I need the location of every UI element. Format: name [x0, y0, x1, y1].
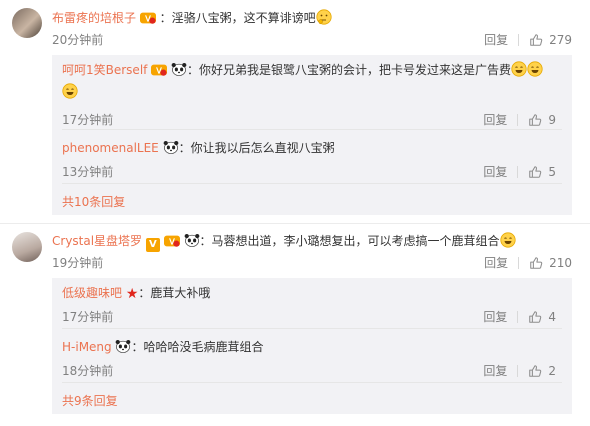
divider — [518, 256, 520, 269]
divider — [62, 382, 562, 383]
timestamp: 13分钟前 — [62, 165, 114, 179]
like-count: 279 — [549, 32, 572, 47]
timestamp: 18分钟前 — [62, 364, 114, 378]
like-button[interactable]: 4 — [528, 310, 556, 324]
like-button[interactable]: 5 — [528, 165, 556, 179]
comment-actions: 回复 279 — [484, 31, 572, 48]
reply-button[interactable]: 回复 — [483, 308, 507, 325]
laugh-emoji-icon — [62, 83, 78, 99]
like-count: 4 — [548, 309, 556, 324]
laugh-emoji-icon — [500, 232, 516, 248]
divider — [62, 328, 562, 329]
reply-actions: 回复 5 — [483, 163, 556, 180]
reply-text: ：你好兄弟我是银鹭八宝粥的会计，把卡号发过来这是广告费 — [187, 63, 512, 77]
vip-badge-icon[interactable] — [151, 63, 167, 77]
divider — [517, 113, 519, 126]
avatar[interactable] — [12, 8, 42, 38]
reply-button[interactable]: 回复 — [483, 111, 507, 128]
username[interactable]: Crystal星盘塔罗 — [52, 234, 142, 248]
username[interactable]: 低级趣味吧 — [62, 286, 122, 300]
panda-emoji-icon — [171, 62, 187, 76]
username[interactable]: 布雷疼的培根子 — [52, 11, 136, 25]
username[interactable]: 呵呵1笑Berself — [62, 63, 147, 77]
comment-text: ：马蓉想出道，李小璐想复出，可以考虑搞一个鹿茸组合 — [199, 234, 500, 248]
thumb-up-icon — [529, 256, 543, 270]
like-button[interactable]: 2 — [528, 364, 556, 378]
divider — [517, 364, 519, 377]
avatar[interactable] — [12, 232, 42, 262]
timestamp: 19分钟前 — [52, 256, 104, 270]
thumb-up-icon — [528, 310, 542, 324]
like-button[interactable]: 279 — [529, 33, 572, 47]
like-count: 9 — [548, 112, 556, 127]
verified-badge-icon[interactable]: V — [145, 238, 160, 252]
like-button[interactable]: 9 — [528, 113, 556, 127]
reply-button[interactable]: 回复 — [484, 31, 508, 48]
reply-text: ：你让我以后怎么直视八宝粥 — [178, 141, 335, 155]
comment-thread: Crystal星盘塔罗 V ：马蓉想出道，李小璐想复出，可以考虑搞一个鹿茸组合 … — [0, 224, 590, 426]
vip-badge-icon[interactable] — [164, 234, 180, 248]
username[interactable]: H-iMeng — [62, 340, 112, 354]
more-replies-link[interactable]: 共10条回复 — [62, 193, 125, 210]
thinking-emoji-icon — [316, 9, 332, 25]
reply-actions: 回复 9 — [483, 111, 556, 128]
reply-text: ：哈哈哈没毛病鹿茸组合 — [131, 340, 264, 354]
like-count: 5 — [548, 164, 556, 179]
like-button[interactable]: 210 — [529, 256, 572, 270]
laugh-emoji-icon — [511, 61, 527, 77]
reply-text: ：鹿茸大补哦 — [138, 286, 211, 300]
reply-button[interactable]: 回复 — [483, 163, 507, 180]
reply-button[interactable]: 回复 — [484, 254, 508, 271]
comment-thread: 布雷疼的培根子 ：淫骆八宝粥，这不算诽谤吧 20分钟前 回复 279 呵呵1笑B… — [0, 0, 590, 215]
divider — [517, 165, 519, 178]
timestamp: 20分钟前 — [52, 33, 104, 47]
thumb-up-icon — [528, 364, 542, 378]
timestamp: 17分钟前 — [62, 113, 114, 127]
panda-emoji-icon — [184, 233, 200, 247]
thumb-up-icon — [528, 113, 542, 127]
timestamp: 17分钟前 — [62, 310, 114, 324]
divider — [62, 129, 562, 130]
thumb-up-icon — [528, 165, 542, 179]
star-badge-icon[interactable]: ★ — [126, 286, 139, 302]
divider — [517, 310, 519, 323]
panda-emoji-icon — [163, 140, 179, 154]
comment-text: ：淫骆八宝粥，这不算诽谤吧 — [159, 11, 316, 25]
reply-box: 呵呵1笑Berself ：你好兄弟我是银鹭八宝粥的会计，把卡号发过来这是广告费 … — [52, 55, 572, 215]
reply-box: 低级趣味吧 ★：鹿茸大补哦 17分钟前 回复 4 H-iMeng ：哈哈哈没毛病… — [52, 278, 572, 414]
laugh-emoji-icon — [527, 61, 543, 77]
more-replies-link[interactable]: 共9条回复 — [62, 392, 118, 409]
panda-emoji-icon — [115, 339, 131, 353]
reply-actions: 回复 4 — [483, 308, 556, 325]
like-count: 210 — [549, 255, 572, 270]
thumb-up-icon — [529, 33, 543, 47]
divider — [518, 33, 520, 46]
like-count: 2 — [548, 363, 556, 378]
vip-badge-icon[interactable] — [140, 11, 156, 25]
reply-button[interactable]: 回复 — [483, 362, 507, 379]
comment-actions: 回复 210 — [484, 254, 572, 271]
username[interactable]: phenomenalLEE — [62, 141, 159, 155]
divider — [62, 183, 562, 184]
reply-actions: 回复 2 — [483, 362, 556, 379]
